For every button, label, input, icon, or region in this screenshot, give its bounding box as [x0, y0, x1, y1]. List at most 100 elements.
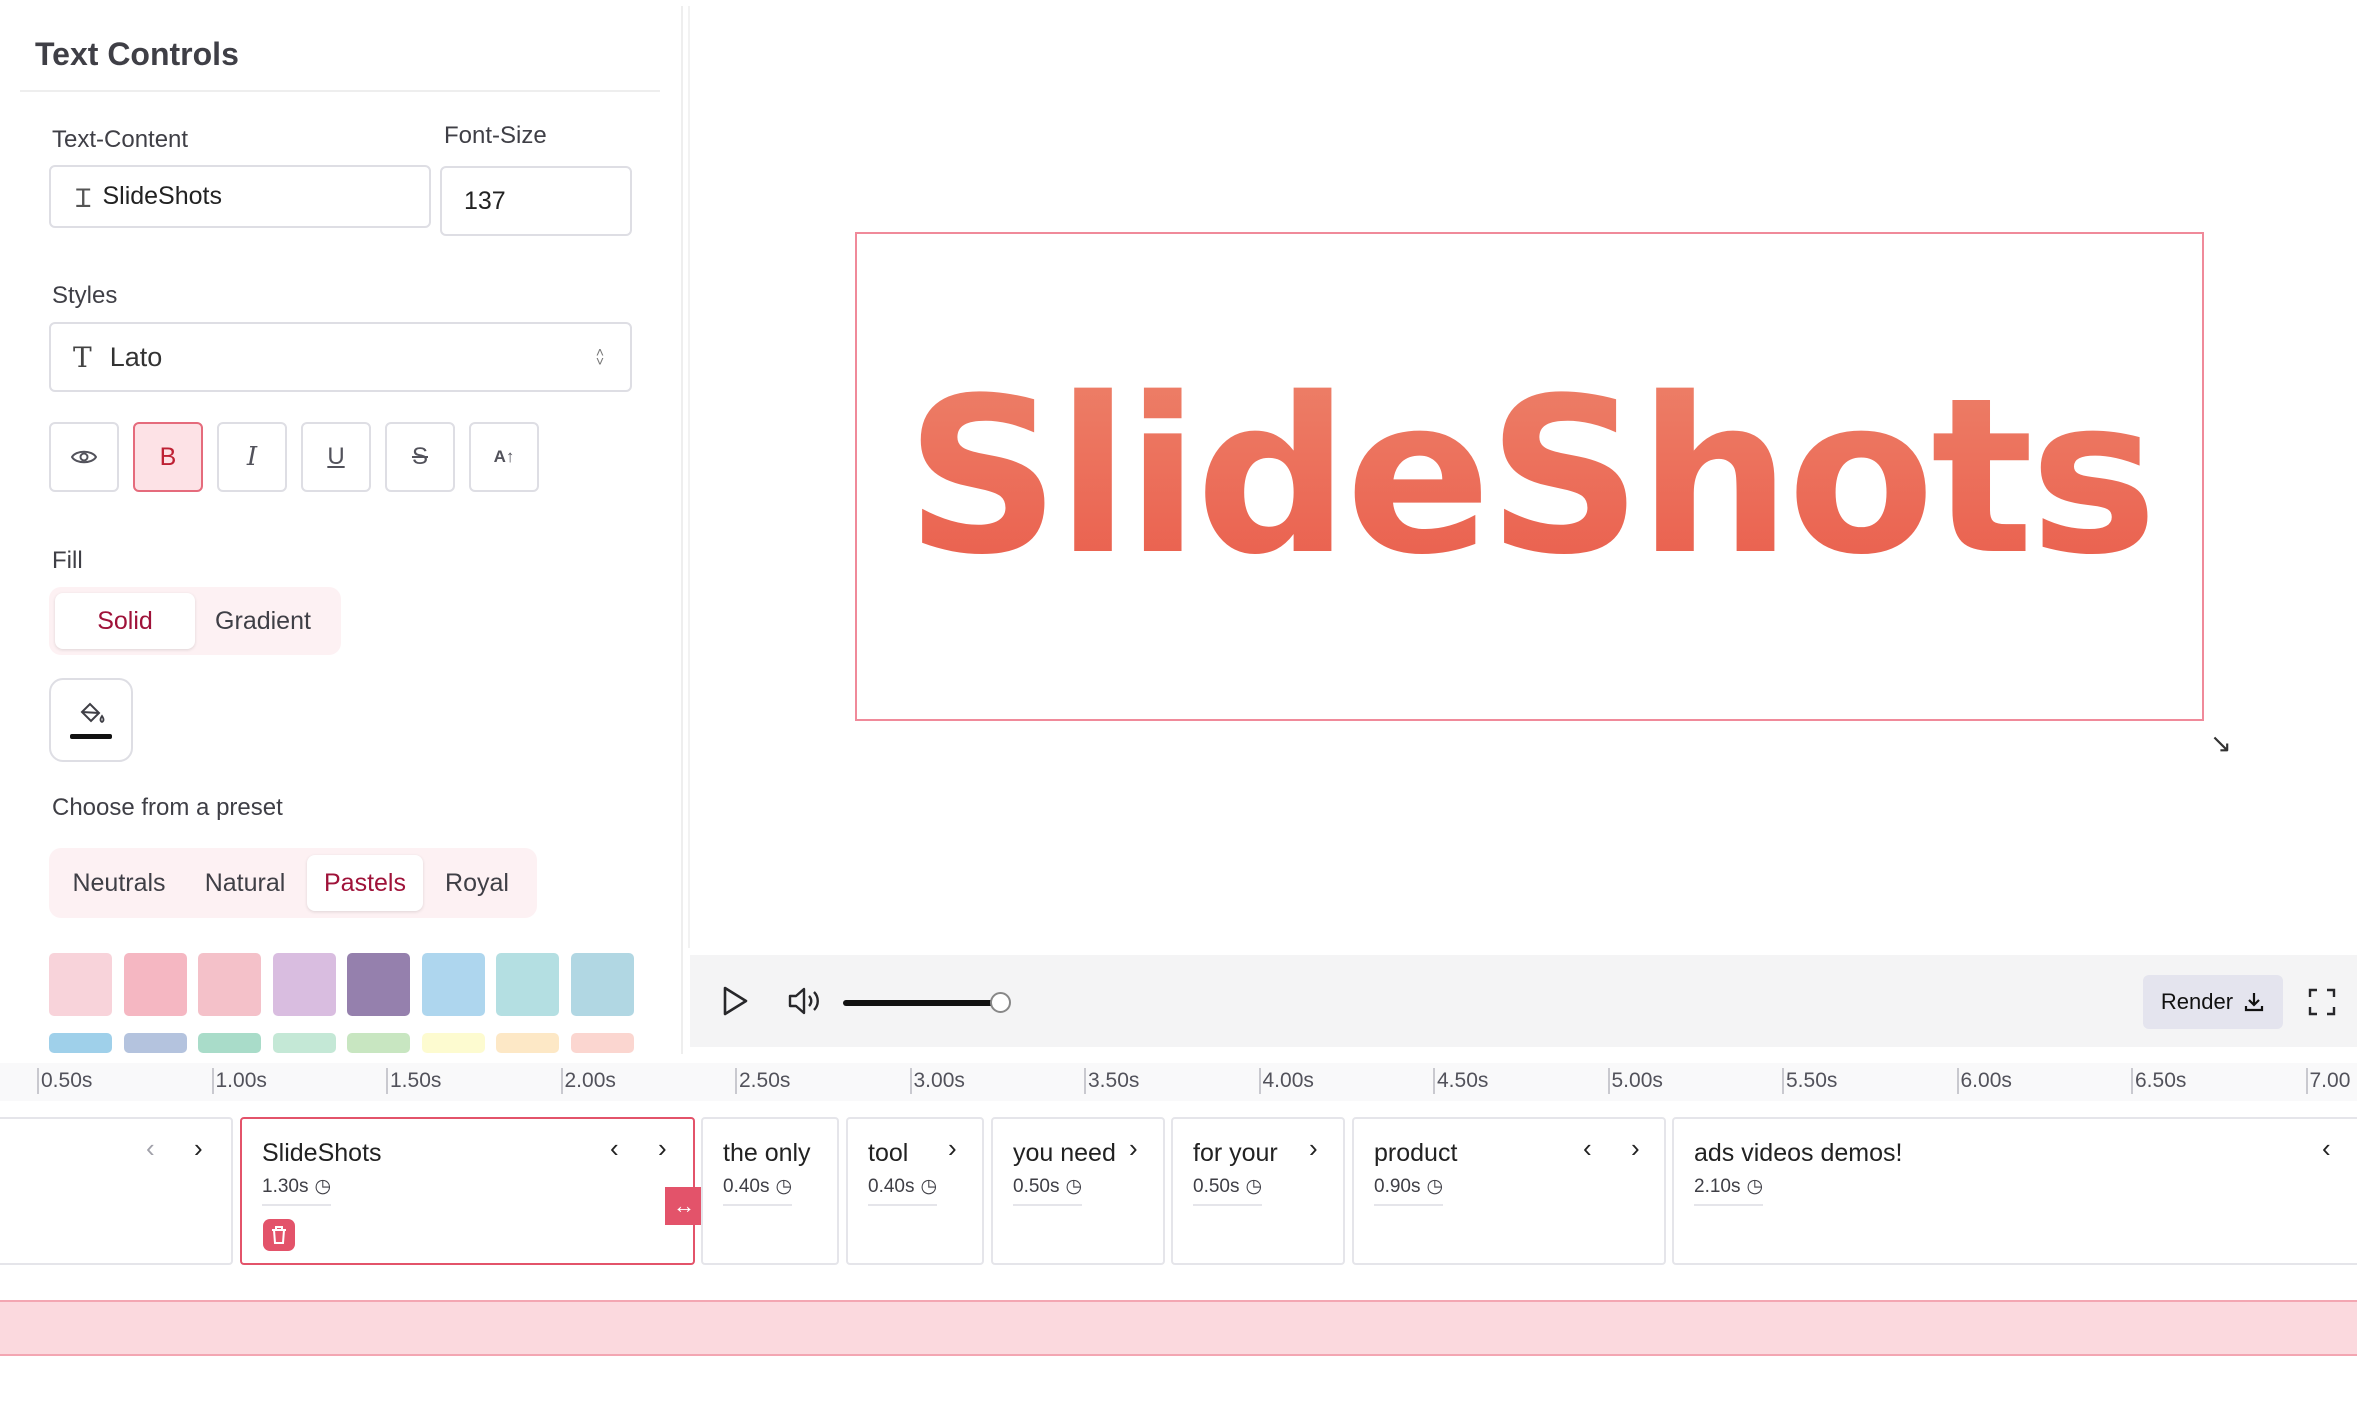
panel-title: Text Controls	[35, 36, 239, 72]
preset-tab-royal[interactable]: Royal	[423, 855, 531, 911]
strikethrough-button[interactable]: S	[385, 422, 455, 492]
color-swatch[interactable]	[49, 1033, 112, 1053]
color-swatch[interactable]	[570, 1033, 634, 1053]
bold-button[interactable]: B	[133, 422, 203, 492]
text-transform-button[interactable]: A↑	[469, 422, 539, 492]
timeline-clip[interactable]: product 0.90s ◷ ‹ ›	[1352, 1117, 1666, 1265]
chevron-left-icon[interactable]: ‹	[610, 1133, 619, 1164]
fill-tab-gradient[interactable]: Gradient	[195, 593, 331, 649]
play-icon	[723, 986, 748, 1016]
color-swatch[interactable]	[421, 1033, 485, 1053]
color-swatch[interactable]	[198, 1033, 261, 1053]
color-swatch[interactable]	[49, 953, 112, 1016]
visibility-toggle-button[interactable]	[49, 422, 119, 492]
ruler-tick-label: 7.00	[2305, 1068, 2350, 1094]
timeline-clip[interactable]: the only 0.40s ◷	[701, 1117, 839, 1265]
clip-label: SlideShots	[262, 1139, 382, 1167]
color-swatch[interactable]	[496, 1033, 559, 1053]
font-size-label: Font-Size	[444, 122, 547, 149]
text-layer-frame[interactable]: SlideShots	[855, 232, 2204, 721]
resize-horizontal-icon: ↔	[673, 1193, 695, 1218]
italic-icon: I	[246, 442, 258, 472]
clip-duration: 0.40s ◷	[723, 1175, 793, 1206]
chevron-right-icon[interactable]: ›	[658, 1133, 667, 1164]
clip-label: tool	[868, 1139, 909, 1167]
resize-handle-icon[interactable]: ↘	[2210, 728, 2232, 759]
font-type-icon: T	[73, 340, 92, 374]
color-swatch[interactable]	[347, 1033, 410, 1053]
color-swatch[interactable]	[123, 1033, 187, 1053]
clock-icon: ◷	[1426, 1176, 1444, 1197]
ruler-tick-label: 2.50s	[735, 1068, 790, 1094]
ruler-tick-label: 3.00s	[909, 1068, 965, 1094]
canvas-text[interactable]: SlideShots	[857, 234, 2202, 719]
strikethrough-icon: S	[411, 443, 428, 470]
color-swatch[interactable]	[272, 953, 336, 1016]
volume-slider-thumb[interactable]	[990, 992, 1011, 1013]
timeline-clip-selected[interactable]: SlideShots 1.30s ◷ ‹ ›	[240, 1117, 695, 1265]
clock-icon: ◷	[920, 1176, 938, 1197]
download-icon	[2244, 993, 2264, 1012]
render-button[interactable]: Render	[2143, 975, 2283, 1029]
ruler-tick-label: 3.50s	[1084, 1068, 1139, 1094]
underline-button[interactable]: U	[301, 422, 371, 492]
font-size-value: 137	[464, 186, 506, 215]
play-button[interactable]	[720, 984, 750, 1023]
font-size-input[interactable]: 137	[440, 166, 632, 236]
chevron-right-icon[interactable]: ›	[1631, 1133, 1640, 1164]
color-swatch[interactable]	[198, 953, 261, 1016]
chevron-right-icon[interactable]: ›	[948, 1133, 957, 1164]
preset-tab-natural[interactable]: Natural	[183, 855, 307, 911]
timeline-clip[interactable]: ‹ ›	[0, 1117, 233, 1265]
clip-duration: 1.30s ◷	[262, 1175, 332, 1206]
timeline-clip[interactable]: tool 0.40s ◷ ›	[846, 1117, 984, 1265]
chevron-right-icon[interactable]: ›	[194, 1133, 203, 1164]
font-family-select[interactable]: T Lato ˄ ˅	[49, 322, 632, 392]
clip-label: for your	[1193, 1139, 1278, 1167]
text-cursor-icon: Ɪ	[76, 182, 91, 213]
timeline-clip[interactable]: you need 0.50s ◷ ›	[991, 1117, 1165, 1265]
color-swatch[interactable]	[570, 953, 634, 1016]
fill-color-picker-button[interactable]	[49, 678, 133, 762]
chevron-left-icon[interactable]: ‹	[146, 1133, 155, 1164]
ruler-tick-label: 1.00s	[211, 1068, 267, 1094]
chevron-right-icon[interactable]: ›	[1129, 1133, 1138, 1164]
uppercase-arrow-icon: A↑	[493, 447, 515, 466]
audio-track[interactable]	[0, 1300, 2357, 1356]
fill-tab-solid[interactable]: Solid	[55, 593, 195, 649]
color-swatch[interactable]	[347, 953, 410, 1016]
color-swatch[interactable]	[421, 953, 485, 1016]
color-swatch[interactable]	[123, 953, 187, 1016]
volume-slider-track[interactable]	[843, 1000, 1001, 1006]
text-content-value: SlideShots	[102, 182, 222, 210]
fullscreen-button[interactable]	[2307, 987, 2337, 1022]
preset-tab-neutrals[interactable]: Neutrals	[55, 855, 183, 911]
styles-label: Styles	[52, 282, 118, 309]
render-label: Render	[2160, 989, 2234, 1014]
color-swatch[interactable]	[272, 1033, 336, 1053]
extend-clip-handle[interactable]: ↔	[665, 1187, 703, 1225]
delete-clip-button[interactable]	[263, 1219, 295, 1251]
font-family-value: Lato	[109, 341, 163, 372]
fill-color-indicator	[70, 733, 112, 739]
ruler-tick-label: 5.50s	[1782, 1068, 1837, 1094]
color-swatch[interactable]	[496, 953, 559, 1016]
volume-icon	[788, 987, 819, 1015]
bold-icon: B	[159, 442, 177, 471]
clock-icon: ◷	[1746, 1176, 1764, 1197]
timeline-clip[interactable]: ads videos demos! 2.10s ◷ ‹	[1672, 1117, 2357, 1265]
preset-tab-pastels[interactable]: Pastels	[307, 855, 423, 911]
chevron-left-icon[interactable]: ‹	[2322, 1133, 2331, 1164]
chevron-right-icon[interactable]: ›	[1309, 1133, 1318, 1164]
clock-icon: ◷	[775, 1176, 793, 1197]
preset-label: Choose from a preset	[52, 794, 283, 821]
ruler-tick-label: 4.50s	[1433, 1068, 1488, 1094]
timeline-clip[interactable]: for your 0.50s ◷ ›	[1171, 1117, 1345, 1265]
chevron-left-icon[interactable]: ‹	[1583, 1133, 1592, 1164]
ruler-tick-label: 0.50s	[37, 1068, 92, 1094]
ruler-tick-label: 2.00s	[560, 1068, 616, 1094]
italic-button[interactable]: I	[217, 422, 287, 492]
volume-button[interactable]	[787, 984, 823, 1023]
text-content-input[interactable]: Ɪ SlideShots	[49, 165, 431, 228]
chevron-up-down-icon: ˄ ˅	[595, 344, 604, 369]
